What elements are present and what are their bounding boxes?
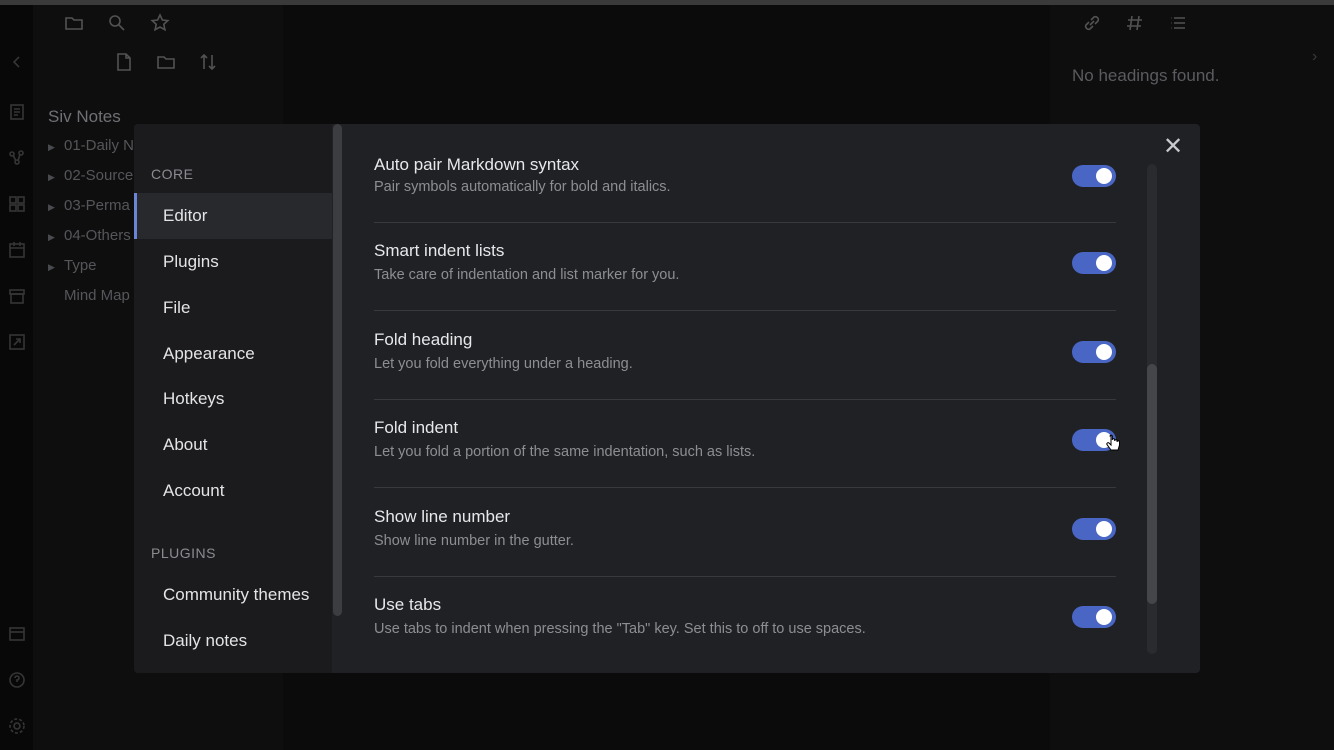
archive-icon[interactable] <box>8 287 26 305</box>
toggle-knob <box>1096 344 1112 360</box>
tree-folder[interactable]: ▶ 02-Source <box>48 167 133 184</box>
collapse-arrow-icon: ▶ <box>48 142 55 152</box>
vault-name[interactable]: Siv Notes <box>48 107 121 127</box>
auto-pair-markdown-toggle[interactable] <box>1072 165 1116 187</box>
chevron-left-icon[interactable] <box>8 53 26 71</box>
setting-auto-pair-markdown: Auto pair Markdown syntax Pair symbols a… <box>374 134 1116 223</box>
chevron-right-icon[interactable]: › <box>1312 48 1317 66</box>
nav-item-about[interactable]: About <box>134 422 332 468</box>
tree-file[interactable]: Mind Map <box>48 287 130 304</box>
content-scrollbar[interactable] <box>1147 164 1157 654</box>
nav-scrollbar[interactable] <box>333 124 342 616</box>
setting-name: Fold indent <box>374 418 459 437</box>
plugins-section-heading: PLUGINS <box>151 545 216 561</box>
setting-description: Take care of indentation and list marker… <box>374 267 680 283</box>
tag-hash-icon[interactable] <box>1125 13 1145 33</box>
tree-folder[interactable]: ▶ 03-Perma <box>48 197 130 214</box>
core-section-heading: CORE <box>151 166 194 182</box>
setting-description: Let you fold everything under a heading. <box>374 356 633 372</box>
tree-folder[interactable]: ▶ 01-Daily N <box>48 137 134 154</box>
setting-description: Show line number in the gutter. <box>374 533 574 549</box>
setting-use-tabs: Use tabs Use tabs to indent when pressin… <box>374 576 1116 664</box>
left-ribbon <box>0 5 33 750</box>
sort-icon[interactable] <box>198 52 218 72</box>
new-folder-icon[interactable] <box>156 52 176 72</box>
plugins-grid-icon[interactable] <box>8 195 26 213</box>
open-quick-switcher-icon[interactable] <box>8 103 26 121</box>
calendar-icon[interactable] <box>8 241 26 259</box>
scrollbar-thumb[interactable] <box>1147 364 1157 604</box>
help-icon[interactable] <box>8 671 26 689</box>
hand-pointer-cursor-icon <box>1106 434 1120 451</box>
show-line-number-toggle[interactable] <box>1072 518 1116 540</box>
collapse-arrow-icon: ▶ <box>48 172 55 182</box>
folder-icon[interactable] <box>64 13 84 33</box>
toggle-knob <box>1096 521 1112 537</box>
star-icon[interactable] <box>150 13 170 33</box>
setting-description: Pair symbols automatically for bold and … <box>374 179 671 195</box>
setting-description: Use tabs to indent when pressing the "Ta… <box>374 621 866 637</box>
nav-item-daily-notes[interactable]: Daily notes <box>134 618 332 664</box>
settings-gear-icon[interactable] <box>8 717 26 735</box>
close-icon[interactable]: ✕ <box>1162 135 1184 159</box>
nav-item-community-themes[interactable]: Community themes <box>134 572 332 618</box>
setting-fold-indent: Fold indent Let you fold a portion of th… <box>374 399 1116 488</box>
collapse-arrow-icon: ▶ <box>48 202 55 212</box>
graph-view-icon[interactable] <box>8 149 26 167</box>
setting-name: Fold heading <box>374 330 473 349</box>
outline-list-icon[interactable] <box>1168 13 1188 33</box>
toggle-knob <box>1096 255 1112 271</box>
nav-item-appearance[interactable]: Appearance <box>134 331 332 377</box>
collapse-arrow-icon: ▶ <box>48 262 55 272</box>
search-icon[interactable] <box>107 13 127 33</box>
nav-item-editor[interactable]: Editor <box>134 193 332 239</box>
settings-content: Auto pair Markdown syntax Pair symbols a… <box>374 124 1116 673</box>
nav-item-file[interactable]: File <box>134 285 332 331</box>
setting-description: Let you fold a portion of the same inden… <box>374 444 756 460</box>
vault-icon[interactable] <box>8 625 26 643</box>
setting-name: Auto pair Markdown syntax <box>374 155 580 174</box>
tree-folder[interactable]: ▶ 04-Others <box>48 227 131 244</box>
nav-item-hotkeys[interactable]: Hotkeys <box>134 376 332 422</box>
smart-indent-lists-toggle[interactable] <box>1072 252 1116 274</box>
setting-smart-indent-lists: Smart indent lists Take care of indentat… <box>374 222 1116 311</box>
toggle-knob <box>1096 168 1112 184</box>
setting-fold-heading: Fold heading Let you fold everything und… <box>374 311 1116 400</box>
link-icon[interactable] <box>1082 13 1102 33</box>
nav-item-plugins[interactable]: Plugins <box>134 239 332 285</box>
new-note-icon[interactable] <box>114 52 134 72</box>
export-icon[interactable] <box>8 333 26 351</box>
setting-name: Use tabs <box>374 595 442 614</box>
toggle-knob <box>1096 609 1112 625</box>
no-headings-text: No headings found. <box>1072 66 1220 85</box>
setting-name: Smart indent lists <box>374 241 505 260</box>
use-tabs-toggle[interactable] <box>1072 606 1116 628</box>
nav-item-account[interactable]: Account <box>134 468 332 514</box>
collapse-arrow-icon: ▶ <box>48 232 55 242</box>
tree-folder[interactable]: ▶ Type <box>48 257 97 274</box>
fold-heading-toggle[interactable] <box>1072 341 1116 363</box>
settings-nav: CORE Editor Plugins File Appearance Hotk… <box>134 124 332 673</box>
setting-name: Show line number <box>374 507 511 526</box>
setting-show-line-number: Show line number Show line number in the… <box>374 488 1116 577</box>
settings-modal: CORE Editor Plugins File Appearance Hotk… <box>134 124 1200 673</box>
